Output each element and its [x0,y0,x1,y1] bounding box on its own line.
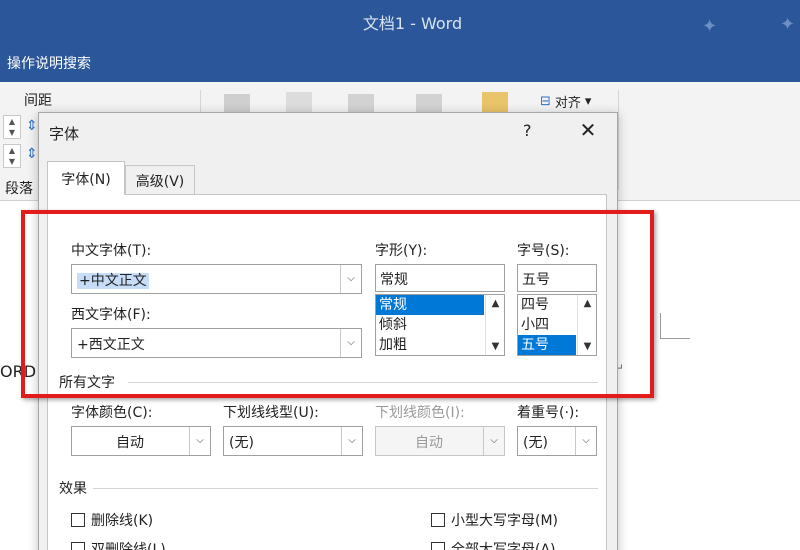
chevron-down-icon[interactable]: ⌵ [189,427,210,455]
chevron-down-icon[interactable]: ⌵ [341,427,362,455]
font-style-scrollbar[interactable]: ▲ ▼ [485,295,504,355]
font-style-list[interactable]: 常规 倾斜 加粗 ▲ ▼ [375,294,505,356]
checkbox-box[interactable] [431,513,445,527]
align-label: 对齐 [554,96,581,111]
underline-color-combo: 自动 ⌵ [375,426,505,456]
tab-font[interactable]: 字体(N) [47,161,125,195]
underline-type-value: (无) [229,435,254,451]
double-strikethrough-checkbox[interactable]: 双删除线(L) [71,539,166,550]
checkbox-box[interactable] [71,513,85,527]
scroll-up-icon[interactable]: ▲ [486,298,504,309]
emphasis-mark-combo[interactable]: (无) ⌵ [517,426,597,456]
title-bar: 文档1 - Word ✦ ✦ [0,0,800,42]
section-divider [128,382,598,383]
strikethrough-checkbox[interactable]: 删除线(K) [71,510,153,530]
chinese-font-label: 中文字体(T): [71,243,152,259]
chevron-down-icon: ⌵ [483,427,504,455]
section-divider [93,488,598,489]
font-style-option[interactable]: 常规 [376,295,484,315]
font-size-option[interactable]: 五号 [518,335,576,355]
checkbox-box[interactable] [71,542,85,550]
window-title: 文档1 - Word [362,14,463,33]
bird-decoration-icon: ✦ [702,16,718,37]
spacing-before-spinner[interactable]: ▲ ▼ [3,115,21,139]
chinese-font-value: +中文正文 [77,270,149,290]
align-button[interactable]: ⊟ 对齐 ▾ [540,92,591,111]
scroll-down-icon[interactable]: ▼ [578,341,596,352]
underline-color-value: 自动 [415,435,443,451]
font-size-scrollbar[interactable]: ▲ ▼ [577,295,596,355]
all-text-section-title: 所有文字 [59,375,115,391]
font-color-value: 自动 [116,435,144,451]
tab-advanced[interactable]: 高级(V) [125,165,195,195]
chevron-down-icon[interactable]: ⌵ [340,265,361,293]
small-caps-label: 小型大写字母(M) [451,513,559,529]
double-strikethrough-label: 双删除线(L) [91,542,166,550]
tell-me-search[interactable]: 操作说明搜索 [7,53,91,73]
chinese-font-combo[interactable]: +中文正文 ⌵ [71,264,362,294]
scroll-down-icon[interactable]: ▼ [486,341,504,352]
all-caps-checkbox[interactable]: 全部大写字母(A) [431,539,556,550]
emphasis-mark-label: 着重号(·): [517,405,580,421]
chevron-down-icon: ▾ [584,94,592,109]
font-tab-page: 中文字体(T): +中文正文 ⌵ 西文字体(F): +西文正文 ⌵ 字形(Y):… [47,194,607,550]
effects-section-title: 效果 [59,481,87,497]
help-icon[interactable]: ? [523,121,532,140]
chinese-font-selected-text: +中文正文 [77,273,149,289]
align-icon: ⊟ [540,94,551,109]
spacing-after-spinner[interactable]: ▲ ▼ [3,144,21,168]
western-font-label: 西文字体(F): [71,307,151,323]
small-caps-checkbox[interactable]: 小型大写字母(M) [431,510,558,530]
spacing-label: 间距 [24,93,52,109]
bird-decoration-icon: ✦ [780,14,796,35]
all-caps-label: 全部大写字母(A) [451,542,556,550]
font-color-label: 字体颜色(C): [71,405,153,421]
strikethrough-label: 删除线(K) [91,513,154,529]
tell-me-bar[interactable]: 操作说明搜索 [0,42,800,82]
western-font-combo[interactable]: +西文正文 ⌵ [71,328,362,358]
emphasis-mark-value: (无) [523,435,548,451]
font-color-combo[interactable]: 自动 ⌵ [71,426,211,456]
chevron-down-icon[interactable]: ⌵ [575,427,596,455]
close-icon[interactable]: ✕ [575,118,601,142]
font-size-list[interactable]: 四号 小四 五号 ▲ ▼ [517,294,597,356]
western-font-value: +西文正文 [77,337,145,353]
underline-type-combo[interactable]: (无) ⌵ [223,426,363,456]
font-size-input[interactable]: 五号 [517,264,597,292]
underline-color-label: 下划线颜色(I): [375,405,465,421]
font-style-label: 字形(Y): [375,243,428,259]
checkbox-box[interactable] [431,542,445,550]
font-dialog: 字体 ? ✕ 字体(N) 高级(V) 中文字体(T): +中文正文 ⌵ 西文字体… [38,112,618,550]
chevron-down-icon[interactable]: ⌵ [340,329,361,357]
scroll-up-icon[interactable]: ▲ [578,298,596,309]
dialog-title: 字体 [49,125,80,143]
font-style-input[interactable]: 常规 [375,264,505,292]
margin-corner-mark [660,313,690,339]
ribbon-divider [618,90,619,190]
spacing-after-icon: ⇕ [26,146,38,162]
underline-type-label: 下划线线型(U): [223,405,319,421]
paragraph-group-label: 段落 [5,181,33,197]
spacing-before-icon: ⇕ [26,118,38,134]
font-size-label: 字号(S): [517,243,570,259]
